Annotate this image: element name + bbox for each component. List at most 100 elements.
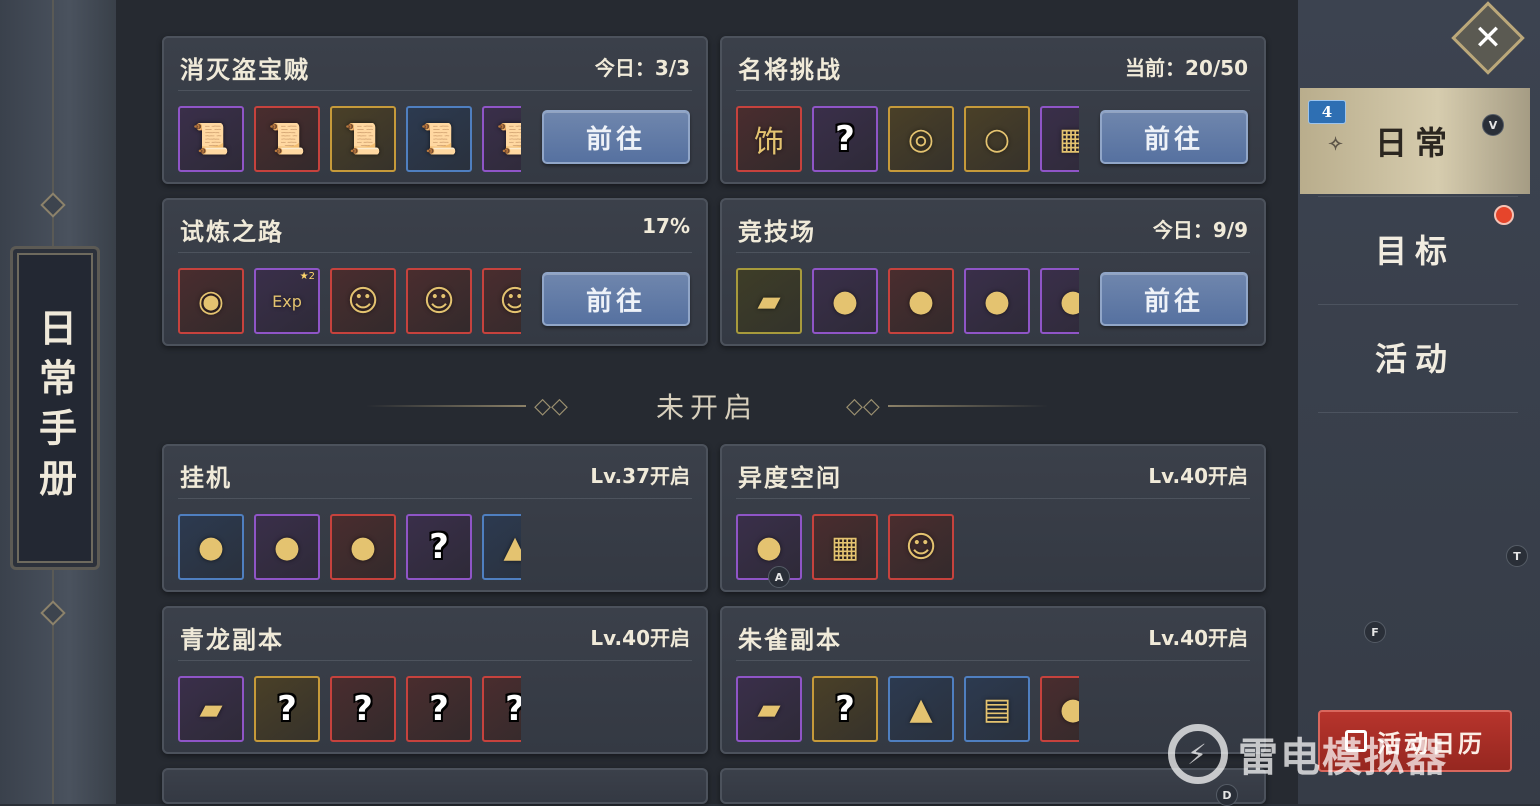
unknown-item-icon: ? [429, 689, 449, 729]
reward-slot[interactable]: 📜 [254, 106, 320, 172]
emulator-logo-icon: ⚡ [1168, 724, 1228, 784]
activity-title: 朱雀副本 [738, 625, 842, 654]
reward-slot[interactable]: ▲ [482, 514, 521, 580]
activity-status: 今日：3/3 [594, 56, 690, 80]
tab-label: 目标 [1374, 232, 1455, 270]
hero-portrait-icon: ☺ [347, 283, 379, 319]
handbook-title: 日常手册 [32, 308, 78, 508]
reward-slot[interactable]: ● [178, 514, 244, 580]
reward-slot[interactable]: ▰ [736, 676, 802, 742]
chest-icon: ▦ [1058, 121, 1079, 157]
activity-title: 异度空间 [738, 463, 842, 492]
treasure-chest-icon: ▦ [830, 529, 860, 565]
reward-slot[interactable]: ● [330, 514, 396, 580]
hero-portrait-icon: ☺ [905, 529, 937, 565]
gold-ingot-icon: ▲ [909, 691, 933, 727]
activity-title: 竞技场 [738, 217, 816, 246]
reward-slot[interactable]: ▦ [1040, 106, 1079, 172]
hero-portrait-icon: ☺ [423, 283, 455, 319]
scroll-icon: 📜 [420, 121, 458, 157]
reward-slot[interactable]: ? [812, 676, 878, 742]
scroll-icon: 📜 [344, 121, 382, 157]
reward-slot[interactable]: ? [812, 106, 878, 172]
locked-divider: ◇◇ 未开启 ◇◇ [116, 386, 1298, 426]
reward-slot[interactable]: ● [964, 268, 1030, 334]
go-button[interactable]: 前往 [542, 110, 690, 164]
divider-line [366, 405, 527, 407]
activity-title: 名将挑战 [738, 55, 842, 84]
key-hint: D [1216, 784, 1238, 806]
gold-coin-icon: ◉ [197, 283, 225, 319]
activity-card: 异度空间 Lv.40开启 ● ▦ ☺ [720, 444, 1266, 592]
reward-slot[interactable]: ▰ [736, 268, 802, 334]
ring-icon: ○ [983, 121, 1011, 157]
divider-ornament-icon: ◇◇ [846, 393, 880, 419]
orb-icon: ● [197, 529, 225, 565]
reward-slot[interactable]: ◎ [888, 106, 954, 172]
activity-card: 挂机 Lv.37开启 ● ● ●? ▲ [162, 444, 708, 592]
activity-card: 竞技场 今日：9/9 ▰ ● ● ● ● 前往 [720, 198, 1266, 346]
go-button[interactable]: 前往 [1100, 272, 1248, 326]
reward-slot[interactable]: ? [406, 514, 472, 580]
divider-ornament-icon: ◇◇ [534, 393, 568, 419]
card-separator [178, 252, 692, 253]
reward-slot[interactable]: 📜 [178, 106, 244, 172]
reward-slot[interactable]: ☺ [406, 268, 472, 334]
activity-status: Lv.40开启 [1148, 464, 1248, 488]
ornament-badge-icon: 饰 [754, 125, 784, 160]
orb-icon: ● [273, 529, 301, 565]
reward-slot[interactable]: ▤ [964, 676, 1030, 742]
tab-label: 活动 [1374, 340, 1455, 378]
notification-dot [1494, 205, 1514, 225]
tab-events[interactable]: 活动 [1300, 304, 1530, 410]
gold-token-icon: ▰ [757, 691, 781, 727]
reward-slot[interactable]: ? [406, 676, 472, 742]
tab-daily[interactable]: 4 ✧ 日常 [1300, 88, 1530, 194]
activity-status: 17% [642, 214, 690, 238]
gold-token-icon: ▰ [199, 691, 223, 727]
reward-slot[interactable]: Exp ★2 [254, 268, 320, 334]
scroll-icon: 📜 [192, 121, 230, 157]
reward-list: 📜 📜 📜 📜 📜 [178, 106, 521, 174]
reward-list: ▰? ▲ ▤ ● [736, 676, 1079, 744]
reward-slot[interactable]: 📜 [406, 106, 472, 172]
reward-slot[interactable]: ○ [964, 106, 1030, 172]
reward-slot[interactable]: ▲ [888, 676, 954, 742]
go-button[interactable]: 前往 [542, 272, 690, 326]
reward-slot[interactable]: ● [1040, 676, 1079, 742]
hero-portrait-icon: ☺ [499, 283, 521, 319]
reward-slot[interactable]: 📜 [482, 106, 521, 172]
unknown-item-icon: ? [277, 689, 297, 729]
go-button[interactable]: 前往 [1100, 110, 1248, 164]
food-icon: ● [1059, 691, 1079, 727]
reward-slot[interactable]: ? [482, 676, 521, 742]
reward-slot[interactable]: ☺ [482, 268, 521, 334]
reward-slot[interactable]: ▦ [812, 514, 878, 580]
reward-slot[interactable]: ● [888, 268, 954, 334]
activity-card: 名将挑战 当前：20/50 饰? ◎ ○ ▦ 前往 [720, 36, 1266, 184]
unknown-item-icon: ? [353, 689, 373, 729]
reward-slot[interactable]: ☺ [888, 514, 954, 580]
handbook-title-plaque: 日常手册 [10, 246, 100, 570]
reward-slot[interactable]: ☺ [330, 268, 396, 334]
emulator-watermark: ⚡ 雷电模拟器 [1168, 724, 1448, 784]
reward-slot[interactable]: ● [1040, 268, 1079, 334]
divider-line [887, 405, 1048, 407]
reward-slot[interactable]: 📜 [330, 106, 396, 172]
reward-slot[interactable]: 饰 [736, 106, 802, 172]
reward-slot[interactable]: ● [254, 514, 320, 580]
orb-icon: ● [831, 283, 859, 319]
reward-slot[interactable]: ◉ [178, 268, 244, 334]
key-hint: A [768, 566, 790, 588]
reward-slot[interactable]: ▰ [178, 676, 244, 742]
activity-card: 消灭盗宝贼 今日：3/3 📜 📜 📜 📜 📜 前往 [162, 36, 708, 184]
reward-slot[interactable]: ? [330, 676, 396, 742]
activity-title: 青龙副本 [180, 625, 284, 654]
activity-status: Lv.40开启 [590, 626, 690, 650]
reward-slot[interactable]: ● [812, 268, 878, 334]
unknown-item-icon: ? [835, 689, 855, 729]
reward-slot[interactable]: ? [254, 676, 320, 742]
locked-section-label: 未开启 [655, 391, 758, 424]
activity-card-partial [162, 768, 708, 804]
unknown-item-icon: ? [835, 119, 855, 159]
